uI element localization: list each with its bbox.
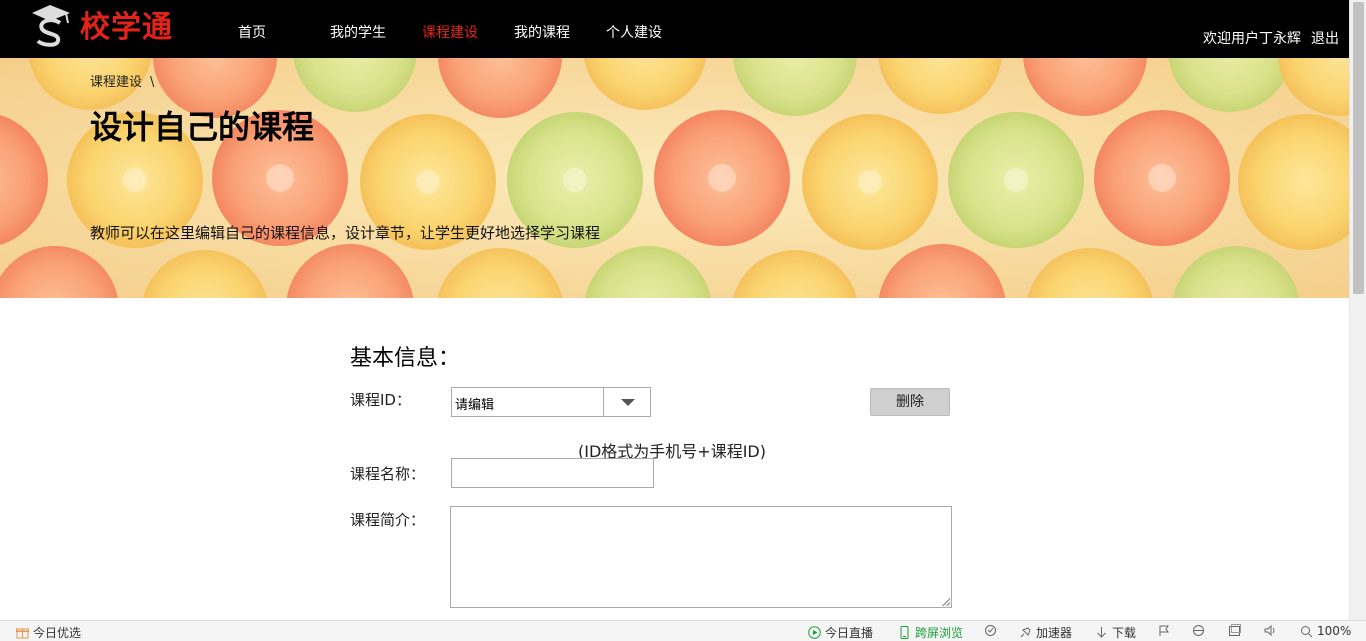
breadcrumb-item[interactable]: 课程建设: [90, 75, 142, 90]
cross-screen-item[interactable]: 跨屏浏览: [898, 624, 963, 641]
today-picks-item[interactable]: 今日优选: [16, 624, 81, 641]
breadcrumb: 课程建设 \: [90, 71, 154, 90]
play-circle-icon: [808, 626, 821, 639]
ie-item[interactable]: [1192, 624, 1209, 637]
delete-button[interactable]: 删除: [870, 388, 950, 416]
banner-background-image: [0, 58, 1349, 298]
course-id-select[interactable]: 请编辑: [451, 387, 651, 417]
vertical-scrollbar[interactable]: [1349, 0, 1366, 620]
browser-status-bar: 今日优选 今日直播 跨屏浏览 加速器 下载 100%: [0, 620, 1366, 641]
nav-item-my-students[interactable]: 我的学生: [330, 22, 386, 42]
accelerator-label: 加速器: [1036, 626, 1073, 640]
download-item[interactable]: 下载: [1095, 624, 1136, 641]
refresh-icon: [985, 625, 996, 636]
breadcrumb-separator: \: [150, 75, 155, 90]
page-title: 设计自己的课程: [90, 108, 315, 146]
scrollbar-thumb[interactable]: [1353, 2, 1364, 294]
magnifier-icon: [1301, 625, 1313, 637]
volume-item[interactable]: [1264, 624, 1281, 637]
today-live-label: 今日直播: [825, 626, 874, 640]
flag-icon: [1159, 625, 1169, 636]
accelerator-item[interactable]: 加速器: [1019, 624, 1072, 641]
today-live-item[interactable]: 今日直播: [808, 624, 873, 641]
course-intro-label: 课程简介：: [350, 511, 426, 529]
phone-icon: [900, 626, 909, 639]
ie-icon: [1193, 625, 1204, 636]
course-id-value: 请编辑: [455, 398, 495, 413]
welcome-text: 欢迎用户丁永辉: [1203, 31, 1301, 47]
today-picks-label: 今日优选: [33, 626, 82, 640]
page-description: 教师可以在这里编辑自己的课程信息，设计章节，让学生更好地选择学习课程: [90, 224, 601, 242]
course-name-label: 课程名称：: [350, 465, 426, 483]
flag-item[interactable]: [1158, 624, 1175, 637]
user-box: 欢迎用户丁永辉 退出: [1193, 28, 1339, 48]
logo-mark-icon: [32, 5, 70, 47]
gift-icon: [16, 628, 29, 639]
logo-text: 校学通: [80, 10, 173, 45]
logo[interactable]: 校学通: [30, 0, 173, 48]
logout-link[interactable]: 退出: [1311, 31, 1339, 47]
window-item[interactable]: [1228, 624, 1245, 637]
nav-item-personal-building[interactable]: 个人建设: [606, 22, 662, 42]
download-label: 下载: [1112, 626, 1137, 640]
section-title: 基本信息：: [350, 346, 461, 371]
page-banner: 课程建设 \ 设计自己的课程 教师可以在这里编辑自己的课程信息，设计章节，让学生更…: [0, 58, 1349, 298]
download-icon: [1097, 627, 1106, 638]
nav-item-my-courses[interactable]: 我的课程: [514, 22, 570, 42]
chevron-down-icon[interactable]: [603, 388, 650, 416]
course-name-input[interactable]: [451, 458, 654, 488]
course-id-label: 课程ID：: [350, 391, 411, 409]
window-icon: [1229, 624, 1241, 636]
rocket-icon: [1020, 627, 1031, 638]
top-nav-bar: 校学通 首页 我的学生 课程建设 我的课程 个人建设 欢迎用户丁永辉 退出: [0, 0, 1349, 58]
speaker-icon: [1264, 624, 1275, 637]
refresh-item[interactable]: [984, 624, 1001, 637]
course-intro-textarea[interactable]: [450, 506, 952, 608]
zoom-item[interactable]: 100%: [1300, 624, 1351, 638]
nav-item-home[interactable]: 首页: [238, 22, 266, 42]
cross-screen-label: 跨屏浏览: [915, 626, 964, 640]
zoom-level: 100%: [1317, 624, 1352, 638]
nav-item-course-building[interactable]: 课程建设: [422, 22, 478, 42]
